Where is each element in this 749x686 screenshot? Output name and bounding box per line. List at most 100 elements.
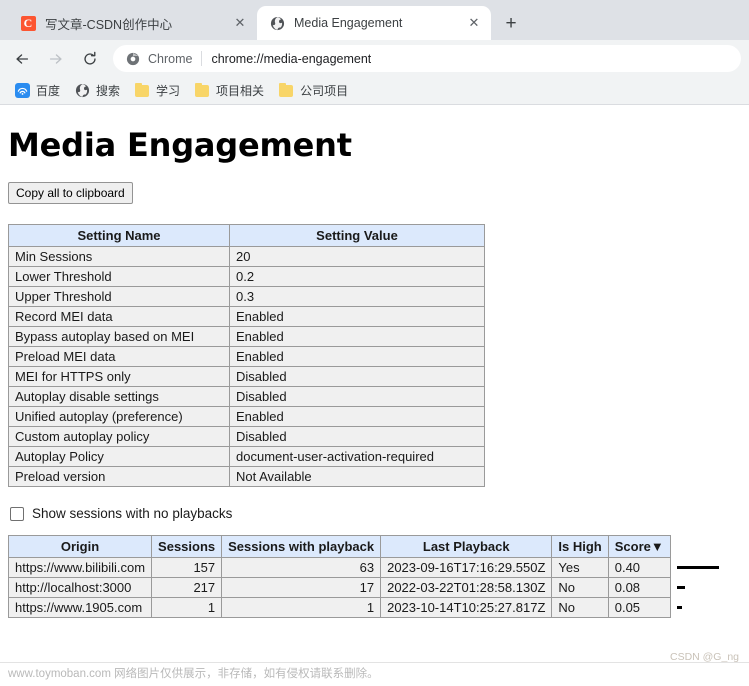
baidu-icon — [14, 83, 30, 99]
show-sessions-checkbox-label: Show sessions with no playbacks — [32, 506, 232, 521]
table-row: Autoplay disable settingsDisabled — [9, 387, 485, 407]
setting-value-cell: Enabled — [230, 327, 485, 347]
bookmark-folder-study[interactable]: 学习 — [128, 80, 186, 102]
settings-header-setting-value: Setting Value — [230, 225, 485, 247]
engagement-table: Origin Sessions Sessions with playback L… — [8, 535, 720, 618]
tab-close-icon[interactable]: ✕ — [231, 14, 249, 32]
setting-name-cell: Autoplay disable settings — [9, 387, 230, 407]
folder-icon — [134, 83, 150, 99]
watermark-divider — [0, 662, 749, 663]
setting-name-cell: Preload version — [9, 467, 230, 487]
table-row: https://www.1905.com112023-10-14T10:25:2… — [9, 598, 720, 618]
setting-value-cell: Disabled — [230, 367, 485, 387]
tab-title: 写文章-CSDN创作中心 — [45, 14, 225, 33]
engagement-header-sessions-with-playback[interactable]: Sessions with playback — [222, 536, 381, 558]
last-playback-cell: 2023-10-14T10:25:27.817Z — [381, 598, 552, 618]
score-bar-cell — [670, 578, 719, 598]
address-bar[interactable]: Chrome chrome://media-engagement — [113, 45, 741, 72]
bookmark-folder-project-related[interactable]: 项目相关 — [188, 80, 270, 102]
origin-cell: https://www.bilibili.com — [9, 558, 152, 578]
setting-name-cell: Autoplay Policy — [9, 447, 230, 467]
score-bar — [677, 586, 685, 589]
omnibox-chip-label: Chrome — [148, 52, 192, 66]
browser-tab-strip: C 写文章-CSDN创作中心 ✕ Media Engagement ✕ + — [0, 0, 749, 40]
score-cell: 0.40 — [608, 558, 670, 578]
csdn-c-icon: C — [20, 15, 36, 31]
browser-tab-media-engagement[interactable]: Media Engagement ✕ — [257, 6, 491, 40]
table-row: Upper Threshold0.3 — [9, 287, 485, 307]
table-row: Unified autoplay (preference)Enabled — [9, 407, 485, 427]
setting-name-cell: Lower Threshold — [9, 267, 230, 287]
table-row: Bypass autoplay based on MEIEnabled — [9, 327, 485, 347]
settings-header-setting-name: Setting Name — [9, 225, 230, 247]
table-row: Lower Threshold0.2 — [9, 267, 485, 287]
setting-value-cell: 0.2 — [230, 267, 485, 287]
engagement-header-score-bar — [670, 536, 719, 558]
score-cell: 0.05 — [608, 598, 670, 618]
browser-toolbar: Chrome chrome://media-engagement — [0, 40, 749, 77]
setting-value-cell: Disabled — [230, 387, 485, 407]
engagement-header-is-high[interactable]: Is High — [552, 536, 608, 558]
engagement-header-sessions[interactable]: Sessions — [152, 536, 222, 558]
last-playback-cell: 2022-03-22T01:28:58.130Z — [381, 578, 552, 598]
engagement-header-last-playback[interactable]: Last Playback — [381, 536, 552, 558]
bookmark-baidu[interactable]: 百度 — [8, 80, 66, 102]
setting-value-cell: 20 — [230, 247, 485, 267]
bookmark-label: 百度 — [36, 82, 60, 99]
engagement-header-score[interactable]: Score▼ — [608, 536, 670, 558]
table-row: Autoplay Policydocument-user-activation-… — [9, 447, 485, 467]
show-sessions-checkbox[interactable] — [10, 507, 24, 521]
back-button[interactable] — [8, 45, 36, 73]
setting-value-cell: Enabled — [230, 307, 485, 327]
bookmark-folder-company-project[interactable]: 公司项目 — [272, 80, 354, 102]
folder-icon — [194, 83, 210, 99]
site-watermark: www.toymoban.com 网络图片仅供展示，非存储，如有侵权请联系删除。 — [8, 665, 379, 681]
chrome-logo-icon — [125, 51, 140, 66]
setting-name-cell: Custom autoplay policy — [9, 427, 230, 447]
score-bar — [677, 606, 682, 609]
table-row: https://www.bilibili.com157632023-09-16T… — [9, 558, 720, 578]
is-high-cell: Yes — [552, 558, 608, 578]
setting-value-cell: 0.3 — [230, 287, 485, 307]
sessions-with-playback-cell: 63 — [222, 558, 381, 578]
setting-name-cell: Min Sessions — [9, 247, 230, 267]
sessions-cell: 217 — [152, 578, 222, 598]
setting-value-cell: Not Available — [230, 467, 485, 487]
engagement-header-origin[interactable]: Origin — [9, 536, 152, 558]
globe-icon — [269, 15, 285, 31]
omnibox-url-text: chrome://media-engagement — [211, 52, 371, 66]
table-row: http://localhost:3000217172022-03-22T01:… — [9, 578, 720, 598]
page-content: Media Engagement Copy all to clipboard S… — [0, 105, 749, 685]
tab-close-icon[interactable]: ✕ — [465, 14, 483, 32]
is-high-cell: No — [552, 598, 608, 618]
sessions-cell: 157 — [152, 558, 222, 578]
bookmarks-bar: 百度 搜索 学习 项目相关 公司项目 — [0, 77, 749, 105]
setting-value-cell: document-user-activation-required — [230, 447, 485, 467]
copy-all-to-clipboard-button[interactable]: Copy all to clipboard — [8, 182, 133, 204]
new-tab-button[interactable]: + — [497, 9, 525, 37]
bookmark-search[interactable]: 搜索 — [68, 80, 126, 102]
sessions-with-playback-cell: 1 — [222, 598, 381, 618]
engagement-table-header-row: Origin Sessions Sessions with playback L… — [9, 536, 720, 558]
bookmark-label: 学习 — [156, 82, 180, 99]
bookmark-label: 搜索 — [96, 82, 120, 99]
setting-name-cell: Preload MEI data — [9, 347, 230, 367]
score-bar — [677, 566, 719, 569]
engagement-table-body: https://www.bilibili.com157632023-09-16T… — [9, 558, 720, 618]
bookmark-label: 项目相关 — [216, 82, 264, 99]
score-bar-cell — [670, 598, 719, 618]
sessions-cell: 1 — [152, 598, 222, 618]
settings-table-body: Min Sessions20Lower Threshold0.2Upper Th… — [9, 247, 485, 487]
reload-button[interactable] — [76, 45, 104, 73]
table-row: Min Sessions20 — [9, 247, 485, 267]
show-sessions-no-playbacks-row[interactable]: Show sessions with no playbacks — [10, 506, 741, 521]
setting-value-cell: Disabled — [230, 427, 485, 447]
folder-icon — [278, 83, 294, 99]
omnibox-divider — [201, 51, 202, 66]
globe-icon — [74, 83, 90, 99]
table-row: MEI for HTTPS onlyDisabled — [9, 367, 485, 387]
forward-button[interactable] — [42, 45, 70, 73]
setting-name-cell: MEI for HTTPS only — [9, 367, 230, 387]
browser-tab-csdn[interactable]: C 写文章-CSDN创作中心 ✕ — [8, 6, 257, 40]
tab-title: Media Engagement — [294, 16, 459, 30]
